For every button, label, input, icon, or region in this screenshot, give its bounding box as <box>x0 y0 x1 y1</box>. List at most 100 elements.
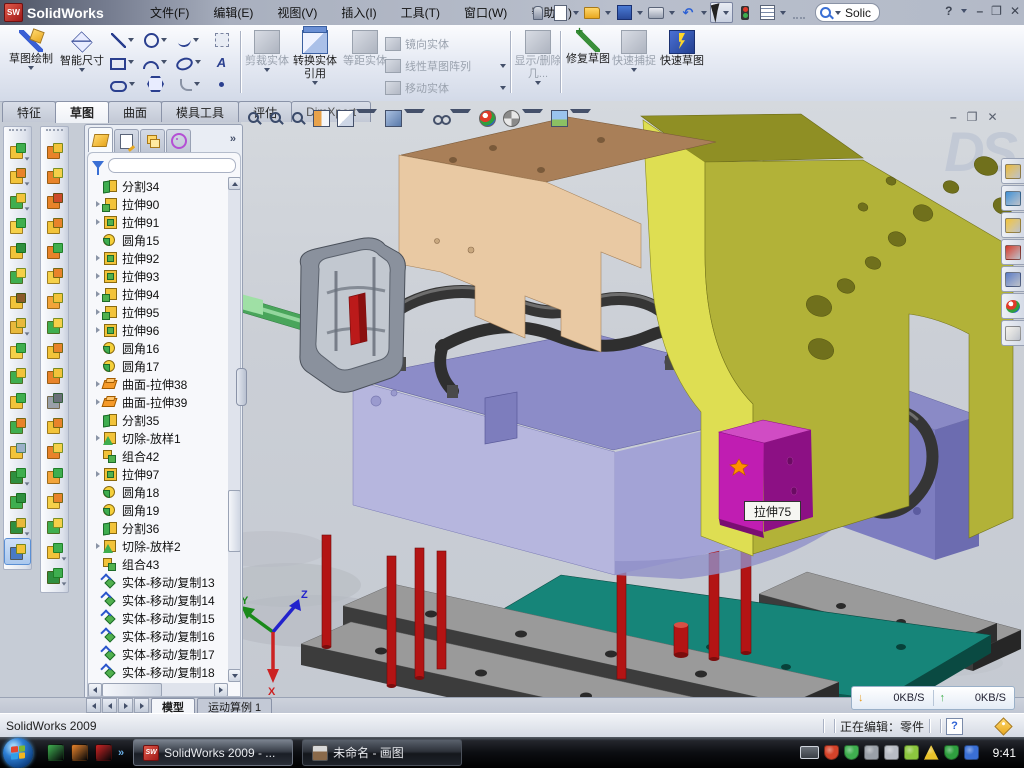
ft-tool-icon-12[interactable] <box>5 413 30 438</box>
point-button[interactable] <box>205 73 238 95</box>
tree-item[interactable]: 圆角15 <box>88 231 228 249</box>
keyboard-layout-icon[interactable] <box>800 746 819 759</box>
expand-arrow-icon[interactable] <box>93 201 102 207</box>
sm-tool-icon-22[interactable] <box>42 263 67 288</box>
dropdown-icon[interactable] <box>195 60 201 64</box>
ft-tool-icon-2[interactable] <box>5 163 30 188</box>
search-scope-dropdown-icon[interactable] <box>835 11 841 15</box>
menu-0[interactable]: 文件(F) <box>138 0 201 25</box>
tab-曲面[interactable]: 曲面 <box>108 101 162 122</box>
undo-button[interactable]: ↶ <box>678 4 698 22</box>
ft-tool-icon-10[interactable] <box>5 363 30 388</box>
tab-nav-last[interactable] <box>134 698 149 713</box>
sm-tool-icon-27[interactable] <box>42 388 67 413</box>
智能尺寸-button[interactable]: 智能尺寸 <box>58 27 106 97</box>
tree-item[interactable]: 圆角19 <box>88 501 228 519</box>
options-icon-dropdown[interactable] <box>780 11 786 15</box>
ft-measure-icon[interactable] <box>4 538 31 565</box>
移动实体-button[interactable]: 移动实体 <box>385 77 507 99</box>
search-input[interactable]: Solic <box>845 6 871 20</box>
expand-arrow-icon[interactable] <box>93 309 102 315</box>
line-button[interactable] <box>106 29 139 51</box>
sm-tool-icon-26[interactable] <box>42 363 67 388</box>
configuration-manager-tab[interactable] <box>140 129 165 152</box>
messenger-icon[interactable] <box>47 744 64 761</box>
ft-tool-icon-16[interactable] <box>5 513 30 538</box>
ft-tool-icon-3[interactable] <box>5 188 30 213</box>
dropdown-icon[interactable] <box>264 68 270 72</box>
view-palette-tab[interactable] <box>1001 266 1024 292</box>
dropdown-icon[interactable] <box>450 109 471 128</box>
ft-tool-icon-13[interactable] <box>5 438 30 463</box>
dropdown-icon[interactable] <box>25 207 30 210</box>
快速捕捉-button[interactable]: 快速捕捉 <box>610 27 658 97</box>
open-icon-dropdown[interactable] <box>605 11 611 15</box>
minimize-button[interactable]: – <box>976 4 983 18</box>
h-scroll-thumb[interactable] <box>102 683 162 697</box>
hide-show-items-button[interactable] <box>431 108 474 128</box>
select-cursor-icon[interactable] <box>711 3 724 23</box>
sm-tool-icon-19[interactable] <box>42 188 67 213</box>
expand-arrow-icon[interactable] <box>93 273 102 279</box>
ft-tool-icon-5[interactable] <box>5 238 30 263</box>
等距实体-button[interactable]: 等距实体 <box>342 27 388 97</box>
tree-item[interactable]: 实体-移动/复制15 <box>88 609 228 627</box>
tree-item[interactable]: 拉伸91 <box>88 213 228 231</box>
menu-5[interactable]: 窗口(W) <box>452 0 519 25</box>
volume-icon[interactable] <box>884 745 899 760</box>
solidworks-search-tab[interactable] <box>1001 239 1024 265</box>
help-button[interactable]: ? <box>945 4 952 18</box>
tree-item[interactable]: 实体-移动/复制14 <box>88 591 228 609</box>
dropdown-icon[interactable] <box>25 332 30 335</box>
menu-2[interactable]: 视图(V) <box>265 0 329 25</box>
tree-item[interactable]: 曲面-拉伸38 <box>88 375 228 393</box>
tree-item[interactable]: 实体-移动/复制16 <box>88 627 228 645</box>
tools-button[interactable] <box>789 4 809 22</box>
修复草图-button[interactable]: 修复草图 <box>564 27 612 97</box>
tree-item[interactable]: 实体-移动/复制17 <box>88 645 228 663</box>
dropdown-icon[interactable] <box>404 109 425 128</box>
search-box[interactable]: Solic <box>815 3 880 22</box>
toolbar-grip[interactable] <box>46 129 63 135</box>
dropdown-icon[interactable] <box>522 109 543 128</box>
dropdown-icon[interactable] <box>193 38 199 42</box>
filter-icon[interactable] <box>92 161 104 169</box>
quick-tips-icon[interactable]: ? <box>946 718 963 735</box>
dropdown-icon[interactable] <box>535 81 541 85</box>
help-dropdown-icon[interactable] <box>961 9 967 13</box>
ft-tool-icon-8[interactable] <box>5 313 30 338</box>
ft-tool-icon-1[interactable] <box>5 138 30 163</box>
expand-arrow-icon[interactable] <box>93 255 102 261</box>
scroll-right-button[interactable] <box>214 683 228 697</box>
scroll-down-button[interactable] <box>228 669 241 682</box>
sm-tool-icon-32[interactable] <box>42 513 67 538</box>
转换实体引用-button[interactable]: 转换实体引用 <box>292 27 338 97</box>
dimxpert-manager-tab[interactable] <box>166 129 191 152</box>
tree-item[interactable]: 切除-放样2 <box>88 537 228 555</box>
doc-tab-0[interactable]: 模型 <box>151 698 195 714</box>
zoom-selection-button[interactable] <box>289 108 308 128</box>
tag-icon[interactable] <box>994 717 1012 735</box>
expand-arrow-icon[interactable] <box>93 219 102 225</box>
security-alert-icon[interactable] <box>824 745 839 760</box>
tree-item[interactable]: 拉伸95 <box>88 303 228 321</box>
tab-nav-first[interactable] <box>86 698 101 713</box>
sm-tool-icon-21[interactable] <box>42 238 67 263</box>
doc-tab-1[interactable]: 运动算例 1 <box>197 698 272 714</box>
dropdown-icon[interactable] <box>312 81 318 85</box>
view-settings-button[interactable] <box>549 108 594 128</box>
sm-tool-icon-31[interactable] <box>42 488 67 513</box>
zoom-fit-button[interactable] <box>245 108 264 128</box>
rectangle-button[interactable] <box>106 51 139 73</box>
显示/删除几...-button[interactable]: 显示/删除几... <box>514 27 562 97</box>
open-button[interactable] <box>582 4 602 22</box>
doc-minimize-button[interactable]: – <box>950 110 957 124</box>
草图绘制-button[interactable]: 草图绘制 <box>6 27 56 97</box>
dropdown-icon[interactable] <box>62 557 67 560</box>
new-document-button[interactable] <box>550 4 570 22</box>
tree-item[interactable]: 拉伸93 <box>88 267 228 285</box>
sync-status-icon[interactable] <box>964 745 979 760</box>
section-view-button[interactable] <box>311 108 332 128</box>
sm-tool-icon-34[interactable] <box>42 563 67 588</box>
display-style-button[interactable] <box>383 108 428 128</box>
